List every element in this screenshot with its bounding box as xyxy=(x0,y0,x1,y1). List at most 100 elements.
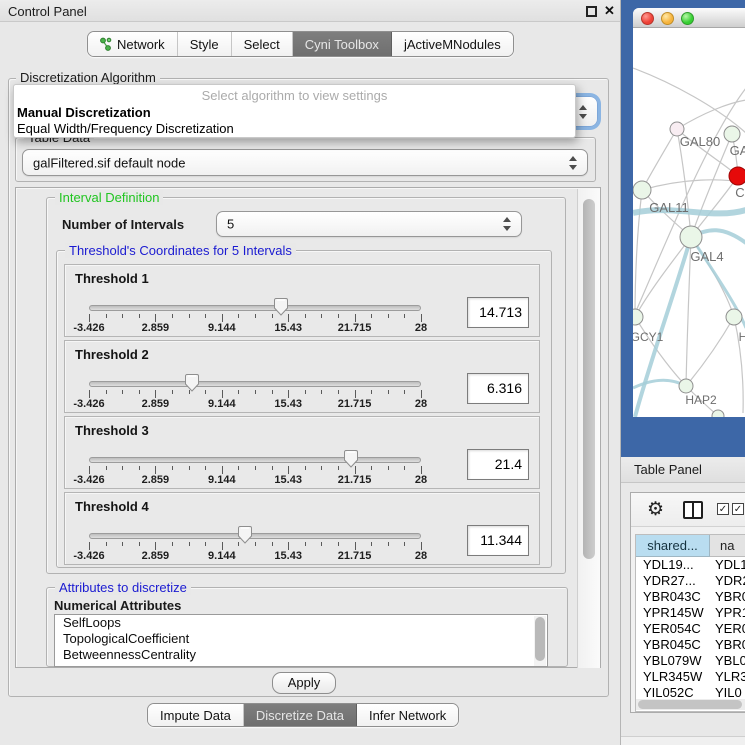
table-data-value: galFiltered.sif default node xyxy=(33,155,185,170)
threshold-label: Threshold 2 xyxy=(75,347,149,362)
network-edge[interactable] xyxy=(686,317,734,386)
table-cell: YBR045C xyxy=(636,637,710,653)
column-header-1[interactable]: shared... xyxy=(636,535,710,557)
table-rows: YDL19...YDL1YDR27...YDR2YBR043CYBR0YPR14… xyxy=(636,557,745,701)
network-icon xyxy=(100,37,112,51)
network-node[interactable] xyxy=(712,410,724,417)
table-header-row: shared...na xyxy=(636,535,745,557)
threshold-label: Threshold 1 xyxy=(75,271,149,286)
network-node-h[interactable] xyxy=(726,309,742,325)
slider-tick-labels: -3.4262.8599.14415.4321.71528 xyxy=(89,322,421,334)
threshold-panel-3: Threshold 3-3.4262.8599.14415.4321.71528… xyxy=(64,416,540,489)
apply-button[interactable]: Apply xyxy=(272,672,336,694)
tab-style[interactable]: Style xyxy=(178,32,232,56)
table-row[interactable]: YDR27...YDR2 xyxy=(636,573,745,589)
slider-track[interactable] xyxy=(89,305,421,311)
table-row[interactable]: YPR145WYPR1 xyxy=(636,605,745,621)
network-node-gal11[interactable] xyxy=(633,181,651,199)
app-root: Control Panel ✕ NetworkStyleSelectCyni T… xyxy=(0,0,745,745)
zoom-traffic-light-icon[interactable] xyxy=(681,12,694,25)
table-panel-title: Table Panel xyxy=(634,462,702,477)
checkbox-icon[interactable]: ✓ xyxy=(717,503,729,515)
vertical-scrollbar[interactable] xyxy=(577,189,600,668)
network-view-frame: GAL80GACGAL11GAL4GCY1HHAP2 xyxy=(621,0,745,457)
control-panel-titlebar: Control Panel ✕ xyxy=(0,0,620,22)
interval-definition-label: Interval Definition xyxy=(55,190,163,205)
table-panel-container: ⚙ ✓ ✓ shared...na YDL19...YDL1YDR27...YD… xyxy=(630,492,745,713)
table-data-combobox[interactable]: galFiltered.sif default node xyxy=(22,149,588,176)
network-edge[interactable] xyxy=(691,176,738,237)
slider-track[interactable] xyxy=(89,381,421,387)
network-edge[interactable] xyxy=(633,68,745,133)
tab-jactivemnodules[interactable]: jActiveMNodules xyxy=(392,32,513,56)
network-edge-highlighted[interactable] xyxy=(633,380,686,388)
split-view-icon[interactable] xyxy=(683,501,703,519)
close-icon[interactable]: ✕ xyxy=(604,3,615,19)
network-node-label: GA xyxy=(730,143,745,158)
number-of-intervals-value: 5 xyxy=(227,217,234,232)
threshold-value-field[interactable]: 11.344 xyxy=(467,525,529,556)
network-node-c[interactable] xyxy=(729,167,745,185)
tab-select[interactable]: Select xyxy=(232,32,293,56)
combo-spinner-icon xyxy=(503,217,512,231)
table-cell: YLR345W xyxy=(636,669,710,685)
checkbox-icon[interactable]: ✓ xyxy=(732,503,744,515)
tab-cyni-toolbox[interactable]: Cyni Toolbox xyxy=(293,32,392,56)
network-node-label: GAL80 xyxy=(680,134,720,149)
table-row[interactable]: YLR345WYLR3 xyxy=(636,669,745,685)
number-of-intervals-label: Number of Intervals xyxy=(62,217,184,232)
slider-track[interactable] xyxy=(89,457,421,463)
network-node-gcy1[interactable] xyxy=(633,309,643,325)
float-window-icon[interactable] xyxy=(586,6,597,17)
close-traffic-light-icon[interactable] xyxy=(641,12,654,25)
network-node-hap2[interactable] xyxy=(679,379,693,393)
minimize-traffic-light-icon[interactable] xyxy=(661,12,674,25)
table-row[interactable]: YDL19...YDL1 xyxy=(636,557,745,573)
table-row[interactable]: YBL079WYBL0 xyxy=(636,653,745,669)
tab-impute-data[interactable]: Impute Data xyxy=(148,704,244,726)
network-node-label: GAL11 xyxy=(649,200,689,215)
attribute-item[interactable]: SelfLoops xyxy=(55,615,547,631)
slider-track[interactable] xyxy=(89,533,421,539)
table-row[interactable]: YBR043CYBR0 xyxy=(636,589,745,605)
column-header-2[interactable]: na xyxy=(710,535,745,557)
tab-label: Discretize Data xyxy=(256,708,344,723)
table-cell: YER0 xyxy=(710,621,745,637)
table-row[interactable]: YBR045CYBR0 xyxy=(636,637,745,653)
network-node-gal4[interactable] xyxy=(680,226,702,248)
network-edge[interactable] xyxy=(642,129,677,190)
slider-tick-labels: -3.4262.8599.14415.4321.71528 xyxy=(89,550,421,562)
tab-network[interactable]: Network xyxy=(88,32,178,56)
table-panel-titlebar: Table Panel xyxy=(621,457,745,483)
threshold-value-field[interactable]: 14.713 xyxy=(467,297,529,328)
number-of-intervals-combobox[interactable]: 5 xyxy=(216,211,522,237)
table-row[interactable]: YER054CYER0 xyxy=(636,621,745,637)
tab-label: Impute Data xyxy=(160,708,231,723)
network-canvas[interactable]: GAL80GACGAL11GAL4GCY1HHAP2 xyxy=(633,28,745,417)
attribute-item[interactable]: TopologicalCoefficient xyxy=(55,631,547,647)
threshold-value-field[interactable]: 21.4 xyxy=(467,449,529,480)
gear-icon[interactable]: ⚙ xyxy=(647,498,664,521)
threshold-label: Threshold 4 xyxy=(75,499,149,514)
horizontal-scrollbar-thumb[interactable] xyxy=(638,700,742,709)
attributes-scrollbar[interactable] xyxy=(534,616,546,667)
attribute-item[interactable]: BetweennessCentrality xyxy=(55,647,547,663)
network-node-label: HAP2 xyxy=(685,393,717,407)
attribute-items: SelfLoopsTopologicalCoefficientBetweenne… xyxy=(55,615,547,663)
algorithm-option-equal-width[interactable]: Equal Width/Frequency Discretization xyxy=(17,121,234,136)
horizontal-scrollbar[interactable] xyxy=(636,699,745,710)
network-edge[interactable] xyxy=(691,134,732,237)
attributes-scrollbar-thumb[interactable] xyxy=(535,617,545,661)
tab-discretize-data[interactable]: Discretize Data xyxy=(244,704,357,726)
combo-spinner-icon xyxy=(579,105,588,119)
table-cell: YDL1 xyxy=(710,557,745,573)
algorithm-hint: Select algorithm to view settings xyxy=(14,88,575,103)
vertical-scrollbar-thumb[interactable] xyxy=(583,199,595,559)
threshold-value-field[interactable]: 6.316 xyxy=(467,373,529,404)
network-node-ga[interactable] xyxy=(724,126,740,142)
algorithm-option-manual[interactable]: Manual Discretization xyxy=(17,105,151,120)
tab-infer-network[interactable]: Infer Network xyxy=(357,704,458,726)
algorithm-dropdown-popup: Select algorithm to view settings Manual… xyxy=(13,84,576,138)
threshold-panel-4: Threshold 4 -3.4262.8599.14415.4321.71528… xyxy=(64,492,540,565)
numerical-attributes-list[interactable]: SelfLoopsTopologicalCoefficientBetweenne… xyxy=(54,614,548,667)
